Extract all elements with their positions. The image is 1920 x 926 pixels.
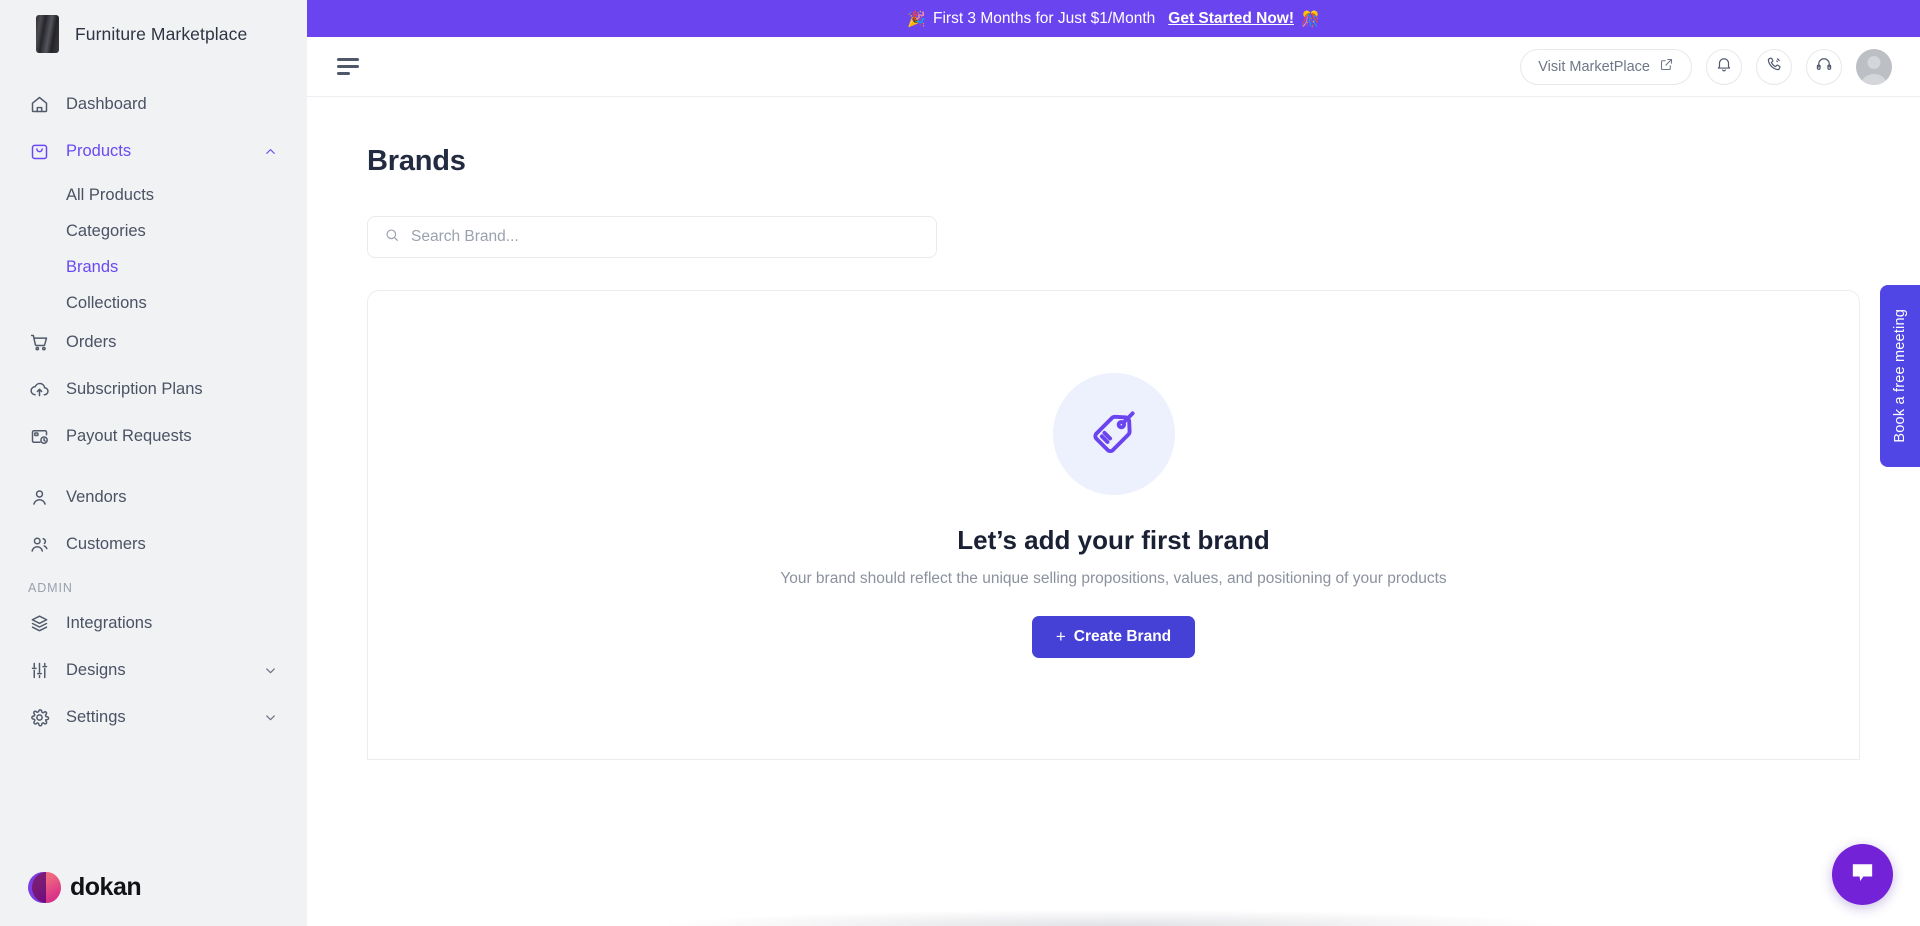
sidebar: Furniture Marketplace Dashboard Products: [0, 0, 307, 926]
sidebar-subitem-label: Collections: [66, 293, 147, 312]
dokan-logo-text: dokan: [70, 873, 142, 901]
page-title: Brands: [367, 145, 466, 177]
main-area: 🎉 First 3 Months for Just $1/Month Get S…: [307, 0, 1920, 926]
sidebar-item-label: Orders: [66, 332, 117, 351]
sidebar-item-products[interactable]: Products: [0, 131, 307, 171]
sidebar-item-designs[interactable]: Designs: [0, 650, 307, 690]
payout-icon: [28, 425, 50, 447]
cart-icon: [28, 331, 50, 353]
confetti-icon: 🎊: [1301, 10, 1320, 28]
sidebar-subitem-categories[interactable]: Categories: [0, 214, 307, 248]
sidebar-subitem-label: Brands: [66, 257, 119, 276]
empty-illustration: [1052, 373, 1175, 495]
nav-divider-gap: [0, 463, 307, 477]
sidebar-subitem-label: Categories: [66, 221, 146, 240]
notifications-button[interactable]: [1706, 48, 1742, 85]
avatar[interactable]: [1856, 48, 1892, 85]
tag-icon: [1088, 406, 1140, 463]
promo-text: First 3 Months for Just $1/Month: [933, 9, 1156, 27]
sidebar-subitem-all-products[interactable]: All Products: [0, 178, 307, 212]
sidebar-brand[interactable]: Furniture Marketplace: [0, 0, 307, 68]
sidebar-item-label: Products: [66, 141, 132, 160]
topbar: Visit MarketPlace: [307, 37, 1920, 97]
app-root: Furniture Marketplace Dashboard Products: [0, 0, 1920, 926]
panel-bottom-shadow: [667, 910, 1560, 926]
chevron-down-icon[interactable]: [261, 708, 279, 726]
party-popper-icon: 🎉: [907, 10, 926, 28]
sidebar-item-label: Vendors: [66, 487, 127, 506]
gear-icon: [28, 706, 50, 728]
visit-marketplace-label: Visit MarketPlace: [1538, 58, 1650, 75]
topbar-actions: Visit MarketPlace: [1520, 48, 1892, 85]
bag-icon: [28, 140, 50, 162]
create-brand-label: Create Brand: [1073, 628, 1172, 645]
create-brand-button[interactable]: + Create Brand: [1031, 616, 1196, 658]
sidebar-item-subscription-plans[interactable]: Subscription Plans: [0, 369, 307, 409]
book-meeting-tab[interactable]: Book a free meeting: [1880, 285, 1920, 467]
sidebar-item-integrations[interactable]: Integrations: [0, 603, 307, 643]
external-link-icon: [1659, 57, 1674, 76]
visit-marketplace-button[interactable]: Visit MarketPlace: [1520, 48, 1692, 85]
sidebar-item-orders[interactable]: Orders: [0, 322, 307, 362]
sidebar-nav: Dashboard Products All Products Categori…: [0, 68, 307, 871]
home-icon: [28, 93, 50, 115]
brands-empty-panel: Let’s add your first brand Your brand sh…: [367, 290, 1860, 760]
sidebar-section-label: ADMIN: [28, 581, 73, 595]
search-brand-field[interactable]: [367, 216, 937, 258]
sidebar-item-label: Settings: [66, 707, 126, 726]
sidebar-item-vendors[interactable]: Vendors: [0, 477, 307, 517]
hamburger-icon[interactable]: [337, 56, 363, 78]
sidebar-item-label: Subscription Plans: [66, 379, 203, 398]
phone-call-icon: [1765, 55, 1783, 78]
sidebar-item-label: Customers: [66, 534, 146, 553]
furniture-logo-icon: [36, 15, 59, 53]
page-content: Brands Let’s add your first brand Your b…: [307, 97, 1920, 926]
promo-banner: 🎉 First 3 Months for Just $1/Month Get S…: [307, 0, 1920, 37]
sidebar-subitem-collections[interactable]: Collections: [0, 286, 307, 320]
headset-icon: [1815, 55, 1833, 78]
users-icon: [28, 533, 50, 555]
chevron-down-icon[interactable]: [261, 661, 279, 679]
bell-icon: [1715, 55, 1733, 78]
sidebar-subitem-label: All Products: [66, 185, 155, 204]
sidebar-item-label: Payout Requests: [66, 426, 192, 445]
sidebar-item-payout-requests[interactable]: Payout Requests: [0, 416, 307, 456]
sidebar-item-dashboard[interactable]: Dashboard: [0, 84, 307, 124]
sidebar-item-label: Integrations: [66, 613, 153, 632]
sidebar-item-label: Designs: [66, 660, 126, 679]
empty-state-title: Let’s add your first brand: [957, 525, 1270, 555]
sidebar-item-settings[interactable]: Settings: [0, 697, 307, 737]
book-meeting-label: Book a free meeting: [1892, 309, 1908, 443]
chat-widget-button[interactable]: [1832, 844, 1893, 905]
cloud-upload-icon: [28, 378, 50, 400]
layers-icon: [28, 612, 50, 634]
support-button[interactable]: [1806, 48, 1842, 85]
chat-bubble-icon: [1848, 858, 1877, 892]
sidebar-item-label: Dashboard: [66, 94, 147, 113]
dokan-logo: dokan: [0, 871, 307, 926]
get-started-link[interactable]: Get Started Now!: [1168, 10, 1294, 28]
sidebar-subitem-brands[interactable]: Brands: [0, 250, 307, 284]
search-input[interactable]: [411, 228, 920, 246]
sidebar-item-customers[interactable]: Customers: [0, 524, 307, 564]
brand-title: Furniture Marketplace: [75, 23, 248, 44]
user-icon: [28, 486, 50, 508]
chevron-up-icon[interactable]: [261, 142, 279, 160]
empty-state-description: Your brand should reflect the unique sel…: [780, 570, 1447, 587]
call-button[interactable]: [1756, 48, 1792, 85]
sliders-icon: [28, 659, 50, 681]
search-icon: [384, 227, 400, 248]
plus-icon: +: [1055, 627, 1066, 646]
dokan-logo-icon: [28, 871, 61, 904]
